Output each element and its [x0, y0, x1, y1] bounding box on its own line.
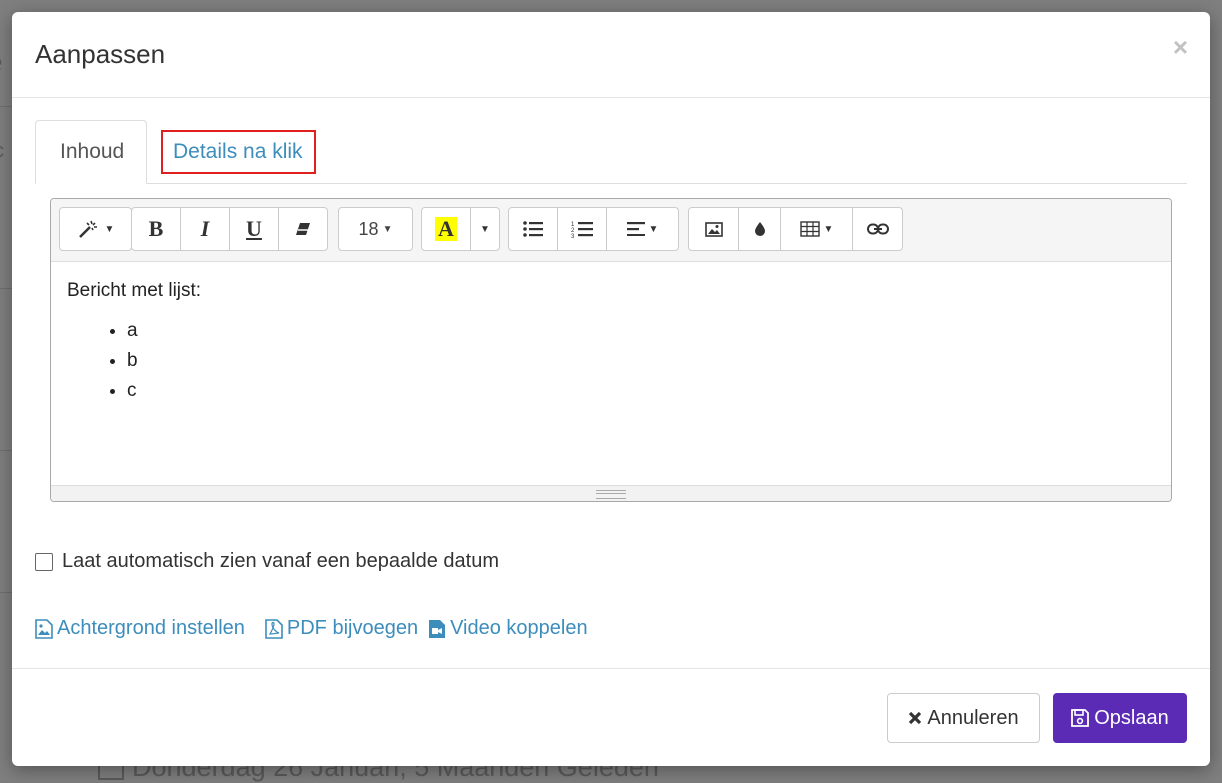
color-drop-button[interactable]: [738, 207, 781, 251]
cancel-label: Annuleren: [927, 706, 1019, 729]
set-background-label: Achtergrond instellen: [57, 617, 245, 639]
rich-text-editor: ▼ B I U 18 ▼ A ▼ 1 2 3 ▼ ▼ Bericht met l…: [50, 198, 1172, 502]
underline-button[interactable]: U: [229, 207, 279, 251]
tab-inhoud[interactable]: Inhoud: [35, 120, 147, 184]
table-dropdown-button[interactable]: ▼: [780, 207, 853, 251]
modal-header: Aanpassen ×: [12, 12, 1210, 98]
editor-toolbar: ▼ B I U 18 ▼ A ▼ 1 2 3 ▼ ▼: [51, 199, 1171, 262]
highlight-color-button[interactable]: A: [421, 207, 471, 251]
background-divider: [0, 450, 12, 451]
caret-down-icon: ▼: [480, 223, 490, 235]
link-video-label: Video koppelen: [450, 617, 588, 639]
edit-modal: Aanpassen × Inhoud Details na klik ▼ B I…: [12, 12, 1210, 766]
numbered-list-icon: 123: [571, 222, 593, 238]
auto-show-label: Laat automatisch zien vanaf een bepaalde…: [62, 550, 499, 572]
droplet-icon: [754, 222, 765, 236]
editor-bullet-list: a b c: [67, 316, 1155, 406]
font-style-group: B I U: [131, 207, 328, 251]
editor-paragraph: Bericht met lijst:: [67, 280, 202, 301]
list-item: b: [127, 346, 1155, 376]
bullet-list-icon: [523, 221, 543, 237]
align-dropdown-button[interactable]: ▼: [606, 207, 679, 251]
background-edge: [1208, 392, 1222, 418]
table-icon: [799, 221, 820, 237]
times-icon: [909, 711, 922, 725]
font-size-dropdown[interactable]: 18 ▼: [338, 207, 413, 251]
caret-down-icon: ▼: [823, 223, 834, 235]
set-background-link[interactable]: Achtergrond instellen: [35, 617, 245, 640]
pdf-file-icon: [265, 618, 283, 639]
magic-wand-icon: [78, 220, 97, 238]
background-divider: [0, 288, 12, 289]
save-label: Opslaan: [1094, 706, 1169, 729]
image-icon: [704, 221, 723, 237]
eraser-icon: [296, 223, 310, 235]
list-item: c: [127, 376, 1155, 406]
paragraph-group: 123 ▼: [508, 207, 679, 251]
font-size-value: 18: [358, 218, 379, 239]
modal-title: Aanpassen: [35, 39, 166, 69]
background-divider: [0, 592, 12, 593]
tab-bar: Inhoud Details na klik: [35, 120, 1187, 184]
background-heading-fragment: e: [0, 46, 3, 80]
cancel-button[interactable]: Annuleren: [887, 693, 1040, 743]
tab-details-na-klik[interactable]: Details na klik: [161, 130, 316, 174]
clear-format-button[interactable]: [278, 207, 328, 251]
link-video-link[interactable]: Video koppelen: [428, 617, 588, 640]
auto-show-date-option[interactable]: Laat automatisch zien vanaf een bepaalde…: [35, 550, 499, 573]
editor-resize-handle[interactable]: [51, 485, 1171, 501]
link-icon: [866, 223, 889, 235]
font-size-group: 18 ▼: [338, 207, 413, 251]
attach-pdf-label: PDF bijvoegen: [286, 617, 419, 639]
caret-down-icon: ▼: [382, 223, 393, 235]
bold-button[interactable]: B: [131, 207, 181, 251]
background-divider: [0, 106, 12, 107]
color-group: A ▼: [421, 207, 500, 251]
insert-group: ▼: [688, 207, 903, 251]
caret-down-icon: ▼: [104, 223, 115, 235]
highlight-a-icon: A: [435, 217, 457, 241]
svg-text:3: 3: [571, 234, 575, 238]
bullet-list-button[interactable]: [508, 207, 558, 251]
insert-image-button[interactable]: [688, 207, 739, 251]
save-button[interactable]: Opslaan: [1053, 693, 1187, 743]
background-text-fragment: c: [0, 140, 4, 163]
style-group: ▼: [59, 207, 132, 251]
caret-down-icon: ▼: [648, 223, 659, 235]
close-button[interactable]: ×: [1173, 34, 1188, 60]
style-dropdown-button[interactable]: ▼: [59, 207, 132, 251]
grip-icon: [596, 490, 626, 499]
auto-show-checkbox[interactable]: [35, 552, 53, 571]
attachment-links: Achtergrond instellen PDF bijvoegen Vide…: [35, 617, 588, 640]
list-item: a: [127, 316, 1155, 346]
video-file-icon: [429, 619, 446, 638]
italic-button[interactable]: I: [180, 207, 230, 251]
editor-content[interactable]: Bericht met lijst: a b c: [51, 262, 1171, 468]
attach-pdf-link[interactable]: PDF bijvoegen: [265, 617, 418, 640]
color-dropdown-button[interactable]: ▼: [470, 207, 500, 251]
modal-footer: Annuleren Opslaan: [12, 668, 1210, 767]
image-file-icon: [35, 618, 53, 639]
align-left-icon: [626, 222, 645, 236]
insert-link-button[interactable]: [852, 207, 903, 251]
floppy-disk-icon: [1071, 709, 1090, 727]
numbered-list-button[interactable]: 123: [557, 207, 607, 251]
